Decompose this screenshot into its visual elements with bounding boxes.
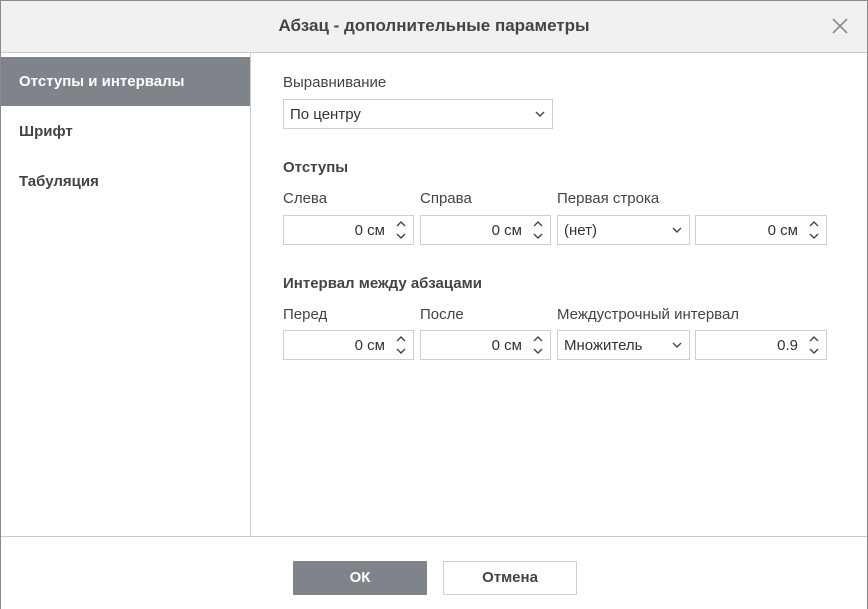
alignment-label: Выравнивание (283, 74, 387, 91)
first-line-stepper[interactable]: 0 см (695, 215, 827, 245)
first-line-type-select[interactable]: (нет) (557, 215, 690, 245)
stepper-arrows (528, 216, 550, 244)
stepper-arrows (804, 216, 826, 244)
chevron-down-icon (672, 342, 682, 348)
chevron-up-icon[interactable] (809, 220, 819, 228)
chevron-up-icon[interactable] (809, 335, 819, 343)
line-spacing-type-select[interactable]: Множитель (557, 330, 690, 360)
dialog-title: Абзац - дополнительные параметры (278, 16, 590, 35)
sidebar-item-label: Шрифт (19, 123, 73, 140)
chevron-up-icon[interactable] (396, 220, 406, 228)
spacing-after-value: 0 см (491, 337, 522, 354)
spacing-before-label: Перед (283, 306, 328, 323)
sidebar-item-tabs[interactable]: Табуляция (1, 157, 250, 206)
stepper-arrows (528, 331, 550, 359)
line-spacing-label: Междустрочный интервал (557, 306, 740, 323)
spacing-section-title: Интервал между абзацами (283, 275, 482, 292)
indent-right-stepper[interactable]: 0 см (420, 215, 551, 245)
first-line-type-value: (нет) (564, 222, 597, 239)
indent-left-value: 0 см (354, 222, 385, 239)
close-icon[interactable] (829, 15, 851, 37)
dialog-title-bar: Абзац - дополнительные параметры (1, 1, 867, 53)
cancel-button[interactable]: Отмена (443, 561, 577, 595)
stepper-arrows (804, 331, 826, 359)
chevron-down-icon (535, 111, 545, 117)
sidebar-item-font[interactable]: Шрифт (1, 107, 250, 156)
first-line-value: 0 см (767, 222, 798, 239)
stepper-arrows (391, 216, 413, 244)
ok-button[interactable]: ОК (293, 561, 427, 595)
indent-right-value: 0 см (491, 222, 522, 239)
first-line-label: Первая строка (557, 190, 660, 207)
line-spacing-value: 0.9 (777, 337, 798, 354)
spacing-after-label: После (420, 306, 464, 323)
indent-right-label: Справа (420, 190, 472, 207)
indents-section-title: Отступы (283, 159, 349, 176)
sidebar: Отступы и интервалы Шрифт Табуляция (1, 53, 251, 536)
alignment-value: По центру (290, 106, 361, 123)
spacing-before-stepper[interactable]: 0 см (283, 330, 414, 360)
indent-left-stepper[interactable]: 0 см (283, 215, 414, 245)
line-spacing-stepper[interactable]: 0.9 (695, 330, 827, 360)
chevron-up-icon[interactable] (533, 220, 543, 228)
chevron-down-icon (672, 227, 682, 233)
alignment-select[interactable]: По центру (283, 99, 553, 129)
sidebar-item-label: Табуляция (19, 173, 99, 190)
sidebar-item-label: Отступы и интервалы (19, 73, 185, 90)
stepper-arrows (391, 331, 413, 359)
chevron-down-icon[interactable] (396, 347, 406, 355)
chevron-down-icon[interactable] (809, 347, 819, 355)
dialog-footer: ОК Отмена (1, 536, 867, 609)
chevron-down-icon[interactable] (533, 347, 543, 355)
sidebar-item-indents-spacing[interactable]: Отступы и интервалы (1, 57, 250, 106)
indent-left-label: Слева (283, 190, 328, 207)
line-spacing-type-value: Множитель (564, 337, 643, 354)
paragraph-settings-dialog: Абзац - дополнительные параметры Отступы… (0, 0, 868, 609)
settings-panel: Выравнивание По центру Отступы Слева 0 с… (251, 53, 867, 536)
chevron-up-icon[interactable] (533, 335, 543, 343)
chevron-down-icon[interactable] (809, 232, 819, 240)
spacing-after-stepper[interactable]: 0 см (420, 330, 551, 360)
chevron-up-icon[interactable] (396, 335, 406, 343)
chevron-down-icon[interactable] (396, 232, 406, 240)
chevron-down-icon[interactable] (533, 232, 543, 240)
spacing-before-value: 0 см (354, 337, 385, 354)
